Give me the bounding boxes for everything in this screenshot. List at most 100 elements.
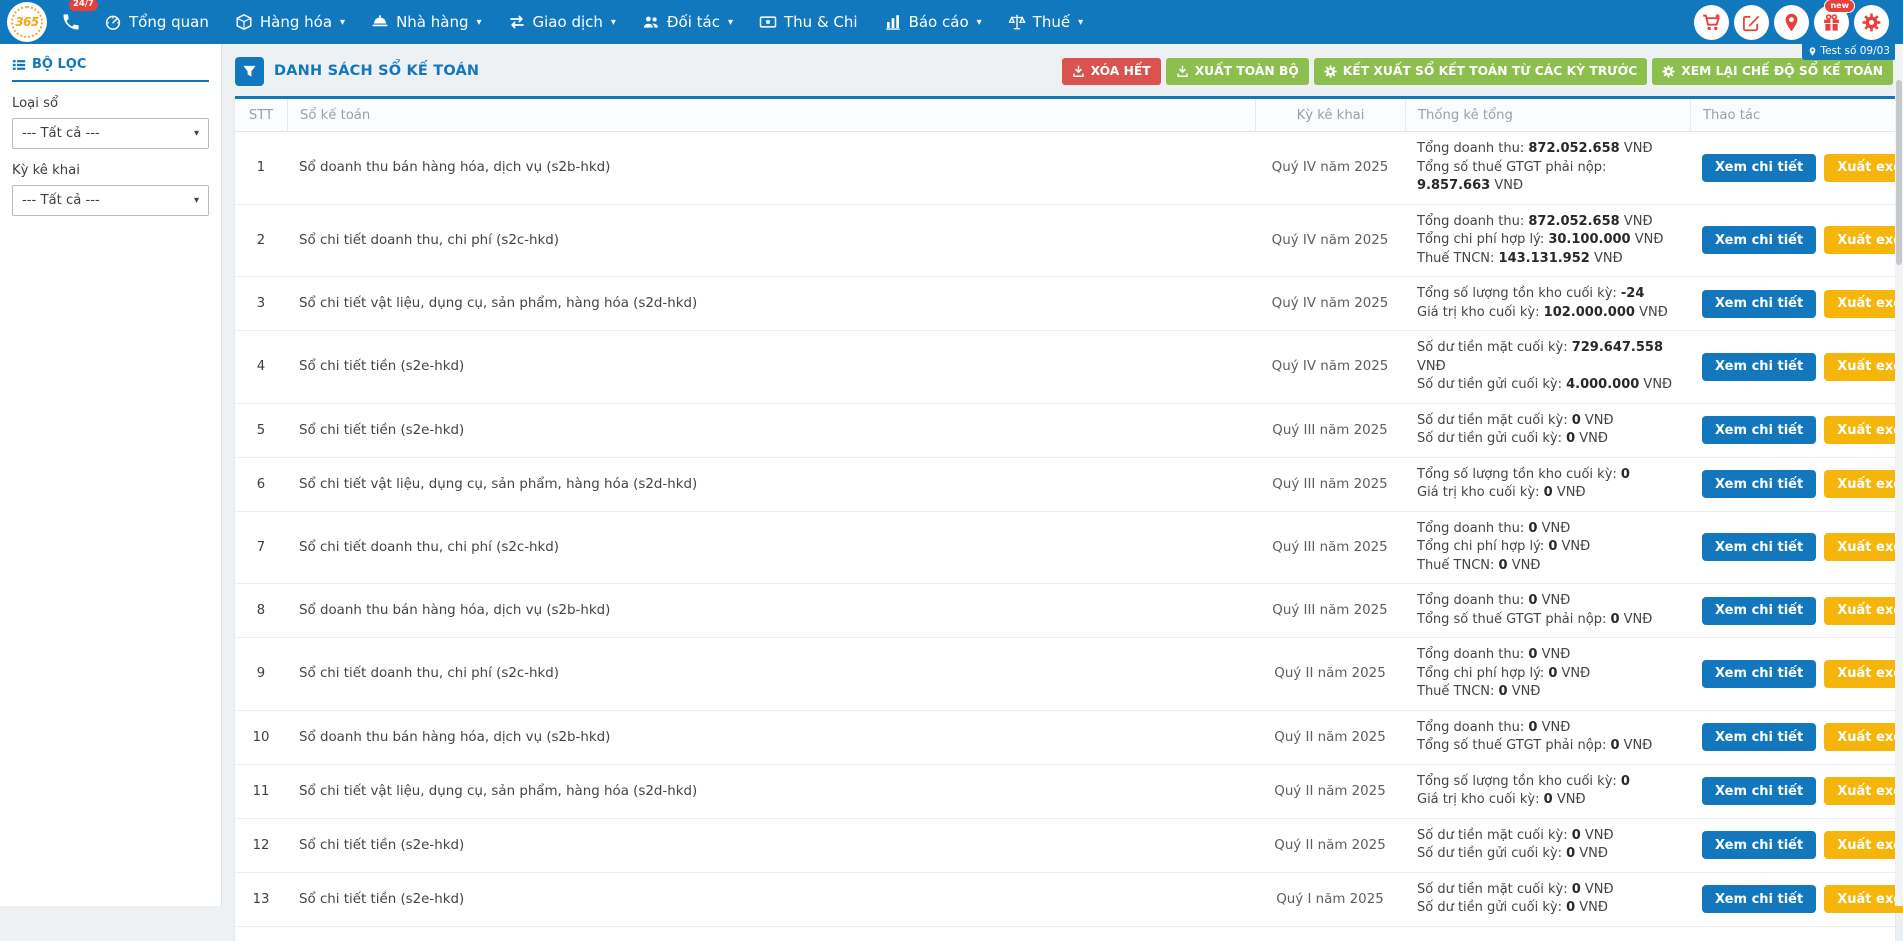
nav-item-bao-cao[interactable]: Báo cáo ▾ bbox=[871, 0, 995, 44]
view-detail-button[interactable]: Xem chi tiết bbox=[1702, 660, 1816, 688]
nav-item-doi-tac[interactable]: Đối tác ▾ bbox=[629, 0, 746, 44]
transactions-icon bbox=[508, 13, 526, 31]
compose-icon bbox=[1742, 13, 1761, 32]
delete-all-button[interactable]: XÓA HẾT bbox=[1062, 58, 1161, 85]
compose-button[interactable] bbox=[1734, 5, 1769, 40]
stat-line: Tổng số lượng tồn kho cuối kỳ: 0 bbox=[1417, 773, 1678, 792]
gift-button[interactable]: new bbox=[1814, 5, 1849, 40]
table-row: 12 Sổ chi tiết tiền (s2e-hkd) Quý II năm… bbox=[235, 819, 1895, 873]
filter-group: Loại sổ --- Tất cả --- ▾ bbox=[12, 96, 209, 149]
export-excel-button[interactable]: Xuất excel bbox=[1824, 777, 1903, 805]
row-index: 10 bbox=[235, 722, 287, 753]
stat-line: Tổng chi phí hợp lý: 0 VNĐ bbox=[1417, 665, 1678, 684]
toolbar-buttons: XÓA HẾT XUẤT TOÀN BỘ KẾT XUẤT SỔ KẾT TOÁ… bbox=[1062, 58, 1893, 85]
export-excel-button[interactable]: Xuất excel bbox=[1824, 597, 1903, 625]
view-detail-button[interactable]: Xem chi tiết bbox=[1702, 597, 1816, 625]
table-row: 13 Sổ chi tiết tiền (s2e-hkd) Quý I năm … bbox=[235, 873, 1895, 927]
nav-item-nha-hang[interactable]: Nhà hàng ▾ bbox=[358, 0, 494, 44]
stat-line: Tổng số thuế GTGT phải nộp: 0 VNĐ bbox=[1417, 737, 1678, 756]
gift-icon bbox=[1822, 13, 1841, 32]
ky-ke-khai-select[interactable]: --- Tất cả --- ▾ bbox=[12, 185, 209, 216]
stat-line: Tổng doanh thu: 0 VNĐ bbox=[1417, 719, 1678, 738]
table-row: 9 Sổ chi tiết doanh thu, chi phí (s2c-hk… bbox=[235, 638, 1895, 711]
view-detail-button[interactable]: Xem chi tiết bbox=[1702, 416, 1816, 444]
view-detail-button[interactable]: Xem chi tiết bbox=[1702, 723, 1816, 751]
ledger-name: Sổ chi tiết tiền (s2e-hkd) bbox=[287, 415, 1255, 446]
view-detail-button[interactable]: Xem chi tiết bbox=[1702, 831, 1816, 859]
view-detail-button[interactable]: Xem chi tiết bbox=[1702, 777, 1816, 805]
cart-button[interactable] bbox=[1694, 5, 1729, 40]
export-excel-button[interactable]: Xuất excel bbox=[1824, 885, 1903, 913]
table-row: 10 Sổ doanh thu bán hàng hóa, dịch vụ (s… bbox=[235, 711, 1895, 765]
summary-stats: Tổng doanh thu: 0 VNĐTổng chi phí hợp lý… bbox=[1405, 638, 1690, 710]
settings-button[interactable] bbox=[1854, 5, 1889, 40]
view-detail-button[interactable]: Xem chi tiết bbox=[1702, 533, 1816, 561]
logo-text: 365 bbox=[15, 15, 39, 29]
view-detail-button[interactable]: Xem chi tiết bbox=[1702, 290, 1816, 318]
stat-line: Tổng số lượng tồn kho cuối kỳ: -24 bbox=[1417, 285, 1678, 304]
hotline-button[interactable]: 24/7 bbox=[61, 12, 81, 32]
nav-item-thue[interactable]: Thuế ▾ bbox=[995, 0, 1096, 44]
stat-line: Tổng doanh thu: 0 VNĐ bbox=[1417, 646, 1678, 665]
export-excel-button[interactable]: Xuất excel bbox=[1824, 290, 1903, 318]
row-actions: Xem chi tiết Xuất excel bbox=[1690, 345, 1895, 389]
restaurant-icon bbox=[371, 13, 389, 31]
view-detail-button[interactable]: Xem chi tiết bbox=[1702, 226, 1816, 254]
sidebar-title: BỘ LỌC bbox=[12, 57, 209, 82]
chevron-down-icon: ▾ bbox=[728, 17, 733, 28]
location-button[interactable] bbox=[1774, 5, 1809, 40]
scrollbar-thumb[interactable] bbox=[1896, 80, 1902, 265]
goods-icon bbox=[235, 13, 253, 31]
review-ledger-mode-button[interactable]: XEM LẠI CHẾ ĐỘ SỔ KẾ TOÁN bbox=[1652, 58, 1893, 85]
export-excel-button[interactable]: Xuất excel bbox=[1824, 353, 1903, 381]
nav-item-label: Nhà hàng bbox=[396, 13, 468, 31]
ledger-name: Sổ doanh thu bán hàng hóa, dịch vụ (s2b-… bbox=[287, 152, 1255, 183]
export-excel-button[interactable]: Xuất excel bbox=[1824, 533, 1903, 561]
summary-stats: Tổng doanh thu: 0 VNĐTổng chi phí hợp lý… bbox=[1405, 512, 1690, 584]
view-detail-button[interactable]: Xem chi tiết bbox=[1702, 885, 1816, 913]
export-excel-button[interactable]: Xuất excel bbox=[1824, 154, 1903, 182]
nav-item-thu-chi[interactable]: Thu & Chi bbox=[746, 0, 871, 44]
table-row: 1 Sổ doanh thu bán hàng hóa, dịch vụ (s2… bbox=[235, 132, 1895, 205]
filter-list: Loại sổ --- Tất cả --- ▾ Kỳ kê khai --- … bbox=[12, 96, 209, 216]
main-content: DANH SÁCH SỔ KẾ TOÁN XÓA HẾT XUẤT TOÀN B… bbox=[223, 44, 1895, 906]
export-all-button[interactable]: XUẤT TOÀN BỘ bbox=[1166, 58, 1309, 85]
summary-stats: Tổng số lượng tồn kho cuối kỳ: -24Giá tr… bbox=[1405, 277, 1690, 330]
table-row: 5 Sổ chi tiết tiền (s2e-hkd) Quý III năm… bbox=[235, 404, 1895, 458]
location-icon bbox=[1782, 13, 1801, 32]
export-excel-button[interactable]: Xuất excel bbox=[1824, 660, 1903, 688]
nav-item-hang-hoa[interactable]: Hàng hóa ▾ bbox=[222, 0, 358, 44]
export-previous-periods-button[interactable]: KẾT XUẤT SỔ KẾT TOÁN TỪ CÁC KỲ TRƯỚC bbox=[1314, 58, 1647, 85]
nav-item-label: Thuế bbox=[1033, 13, 1070, 31]
loai-so-select[interactable]: --- Tất cả --- ▾ bbox=[12, 118, 209, 149]
export-excel-button[interactable]: Xuất excel bbox=[1824, 416, 1903, 444]
declaration-period: Quý II năm 2025 bbox=[1255, 658, 1405, 689]
row-index: 13 bbox=[235, 884, 287, 915]
ledger-name: Sổ doanh thu bán hàng hóa, dịch vụ (s2b-… bbox=[287, 595, 1255, 626]
declaration-period: Quý III năm 2025 bbox=[1255, 595, 1405, 626]
declaration-period: Quý III năm 2025 bbox=[1255, 532, 1405, 563]
stat-line: Giá trị kho cuối kỳ: 0 VNĐ bbox=[1417, 791, 1678, 810]
new-badge: new bbox=[1824, 0, 1855, 13]
view-detail-button[interactable]: Xem chi tiết bbox=[1702, 154, 1816, 182]
export-excel-button[interactable]: Xuất excel bbox=[1824, 470, 1903, 498]
filter-sidebar: BỘ LỌC Loại sổ --- Tất cả --- ▾ Kỳ kê kh… bbox=[0, 44, 222, 906]
export-excel-button[interactable]: Xuất excel bbox=[1824, 831, 1903, 859]
chevron-down-icon: ▾ bbox=[194, 128, 199, 139]
stat-line: Số dư tiền gửi cuối kỳ: 4.000.000 VNĐ bbox=[1417, 376, 1678, 395]
export-excel-button[interactable]: Xuất excel bbox=[1824, 226, 1903, 254]
app-logo[interactable]: 365 bbox=[7, 2, 47, 42]
export-excel-button[interactable]: Xuất excel bbox=[1824, 723, 1903, 751]
summary-stats: Tổng số lượng tồn kho cuối kỳ: 0Giá trị … bbox=[1405, 765, 1690, 818]
nav-item-giao-dich[interactable]: Giao dịch ▾ bbox=[495, 0, 629, 44]
view-detail-button[interactable]: Xem chi tiết bbox=[1702, 470, 1816, 498]
row-actions: Xem chi tiết Xuất excel bbox=[1690, 218, 1895, 262]
summary-stats: Tổng doanh thu: 0 VNĐTổng số thuế GTGT p… bbox=[1405, 711, 1690, 764]
view-detail-button[interactable]: Xem chi tiết bbox=[1702, 353, 1816, 381]
row-index: 1 bbox=[235, 152, 287, 183]
chevron-down-icon: ▾ bbox=[1078, 17, 1083, 28]
toolbar-button-label: XÓA HẾT bbox=[1091, 64, 1151, 78]
nav-item-tong-quan[interactable]: Tổng quan bbox=[91, 0, 222, 44]
ledger-name: Sổ chi tiết doanh thu, chi phí (s2c-hkd) bbox=[287, 532, 1255, 563]
quick-actions: new bbox=[1694, 5, 1903, 40]
